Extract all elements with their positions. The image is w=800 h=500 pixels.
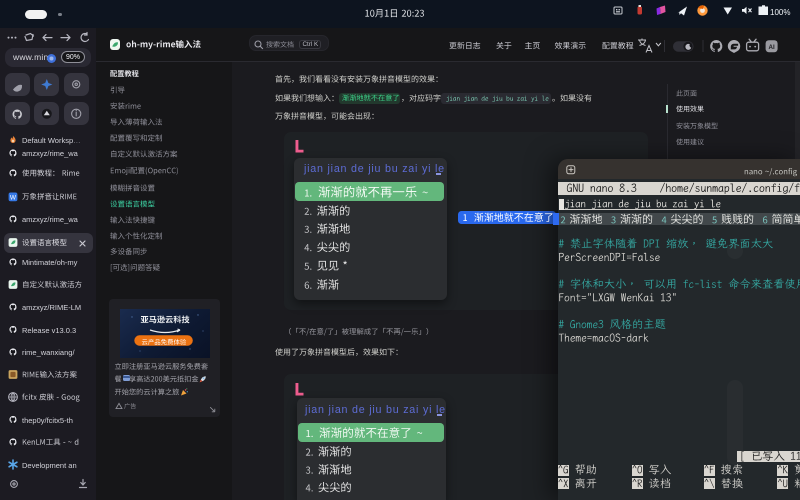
svg-text:W: W (10, 194, 17, 201)
svg-text:AI: AI (769, 44, 775, 51)
